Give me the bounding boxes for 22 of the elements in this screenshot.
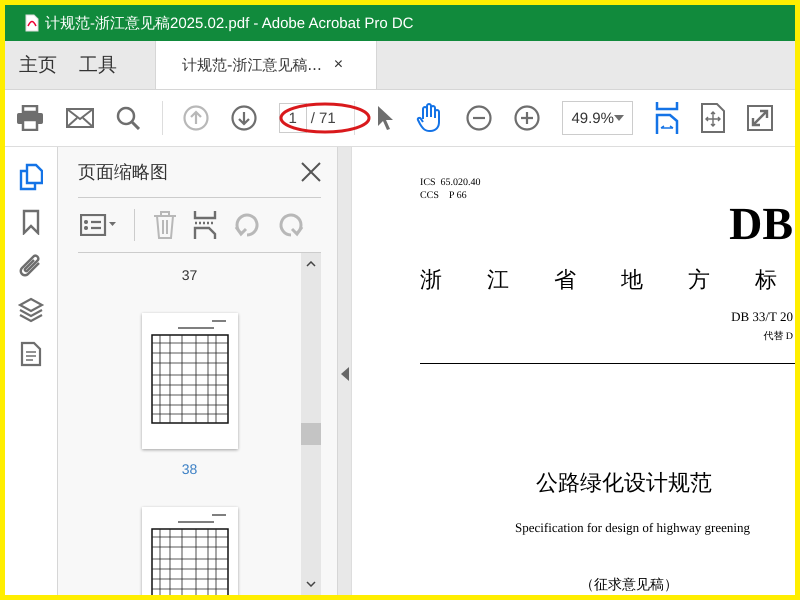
nav-tab[interactable]: 工具: [69, 41, 117, 89]
standard-category: 浙 江 省 地 方 标: [420, 267, 777, 295]
page-number-field[interactable]: 1: [278, 103, 307, 133]
draft-status: （征求意见稿）: [580, 576, 678, 594]
replaces-note: 代替 D: [763, 330, 794, 343]
document-title: 公路绿化设计规范: [536, 470, 712, 498]
document-tab-label[interactable]: 计规范-浙江意见稿...: [182, 56, 322, 74]
page-number-label[interactable]: 37: [182, 267, 198, 283]
standard-number: DB 33/T 20: [731, 309, 794, 325]
page-total: / 71: [310, 110, 336, 126]
window-title: 计规范-浙江意见稿2025.02.pdf - Adobe Acrobat Pro DC: [45, 14, 414, 32]
ccs-code: CCS P 66: [420, 190, 468, 201]
nav-tab[interactable]: 主页: [5, 41, 57, 89]
document-subtitle: Specification for design of highway greening: [515, 520, 750, 536]
panel-title: 页面缩略图: [78, 161, 168, 184]
standard-mark: DB: [729, 201, 794, 247]
ics-code: ICS 65.020.40: [420, 177, 482, 188]
zoom-value[interactable]: 49.9%: [571, 110, 614, 126]
zoom-dropdown[interactable]: 49.9%: [562, 101, 633, 135]
document-tab[interactable]: 计规范-浙江意见稿... ×: [155, 41, 377, 89]
page-number-label[interactable]: 38: [182, 461, 198, 477]
close-tab-button[interactable]: ×: [332, 56, 346, 74]
